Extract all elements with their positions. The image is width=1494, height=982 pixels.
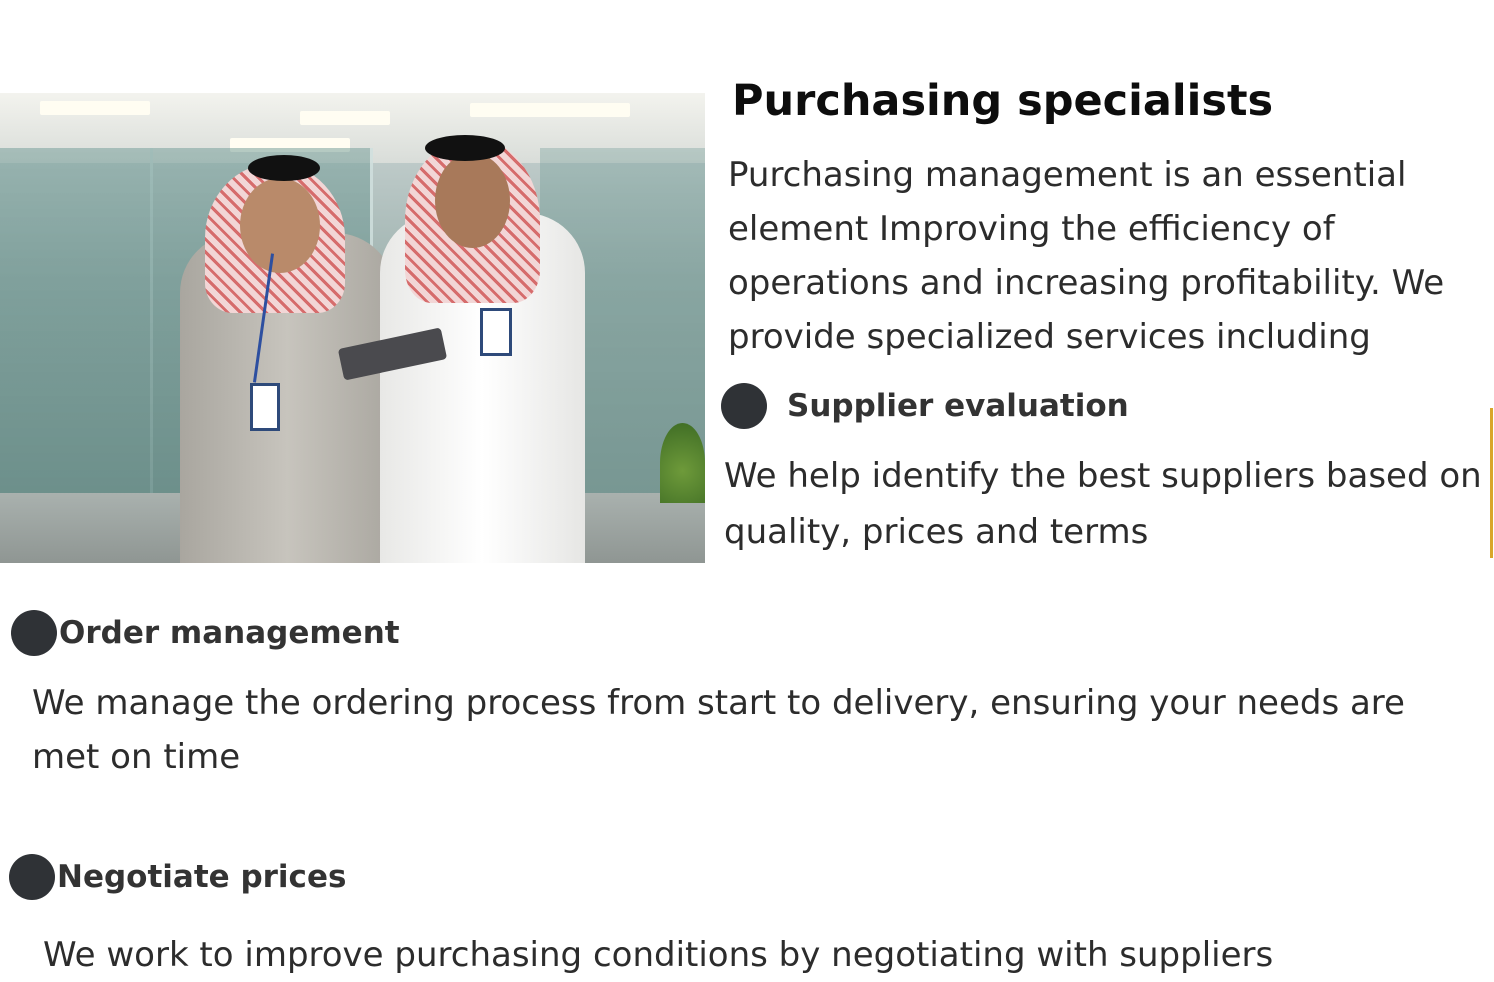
photo-person-right-agal bbox=[425, 135, 505, 161]
feature-heading-negotiate-prices: Negotiate prices bbox=[9, 854, 346, 900]
section-title: Purchasing specialists bbox=[732, 76, 1274, 126]
photo-person-right-face bbox=[435, 153, 510, 248]
photo-ceiling-light bbox=[40, 101, 150, 115]
feature-text-supplier-evaluation: We help identify the best suppliers base… bbox=[724, 456, 1482, 552]
photo-person-left-face bbox=[240, 178, 320, 273]
feature-heading-supplier-evaluation: Supplier evaluation bbox=[721, 383, 1129, 429]
feature-text-order-management: We manage the ordering process from star… bbox=[32, 683, 1405, 777]
feature-heading-label: Supplier evaluation bbox=[787, 388, 1129, 424]
photo-id-badge bbox=[250, 383, 280, 431]
feature-heading-label: Order management bbox=[59, 615, 400, 651]
bullet-dot-icon bbox=[9, 854, 55, 900]
accent-divider bbox=[1490, 408, 1493, 558]
hero-photo bbox=[0, 93, 705, 563]
photo-ceiling-light bbox=[470, 103, 630, 117]
photo-plant bbox=[660, 423, 705, 503]
section-intro: Purchasing management is an essential el… bbox=[728, 155, 1445, 357]
photo-id-badge bbox=[480, 308, 512, 356]
photo-ceiling-light bbox=[300, 111, 390, 125]
photo-person-left-agal bbox=[248, 155, 320, 181]
feature-heading-label: Negotiate prices bbox=[57, 859, 347, 895]
bullet-dot-icon bbox=[721, 383, 767, 429]
feature-text-negotiate-prices: We work to improve purchasing conditions… bbox=[43, 935, 1274, 975]
feature-heading-order-management: Order management bbox=[11, 610, 400, 656]
bullet-dot-icon bbox=[11, 610, 57, 656]
